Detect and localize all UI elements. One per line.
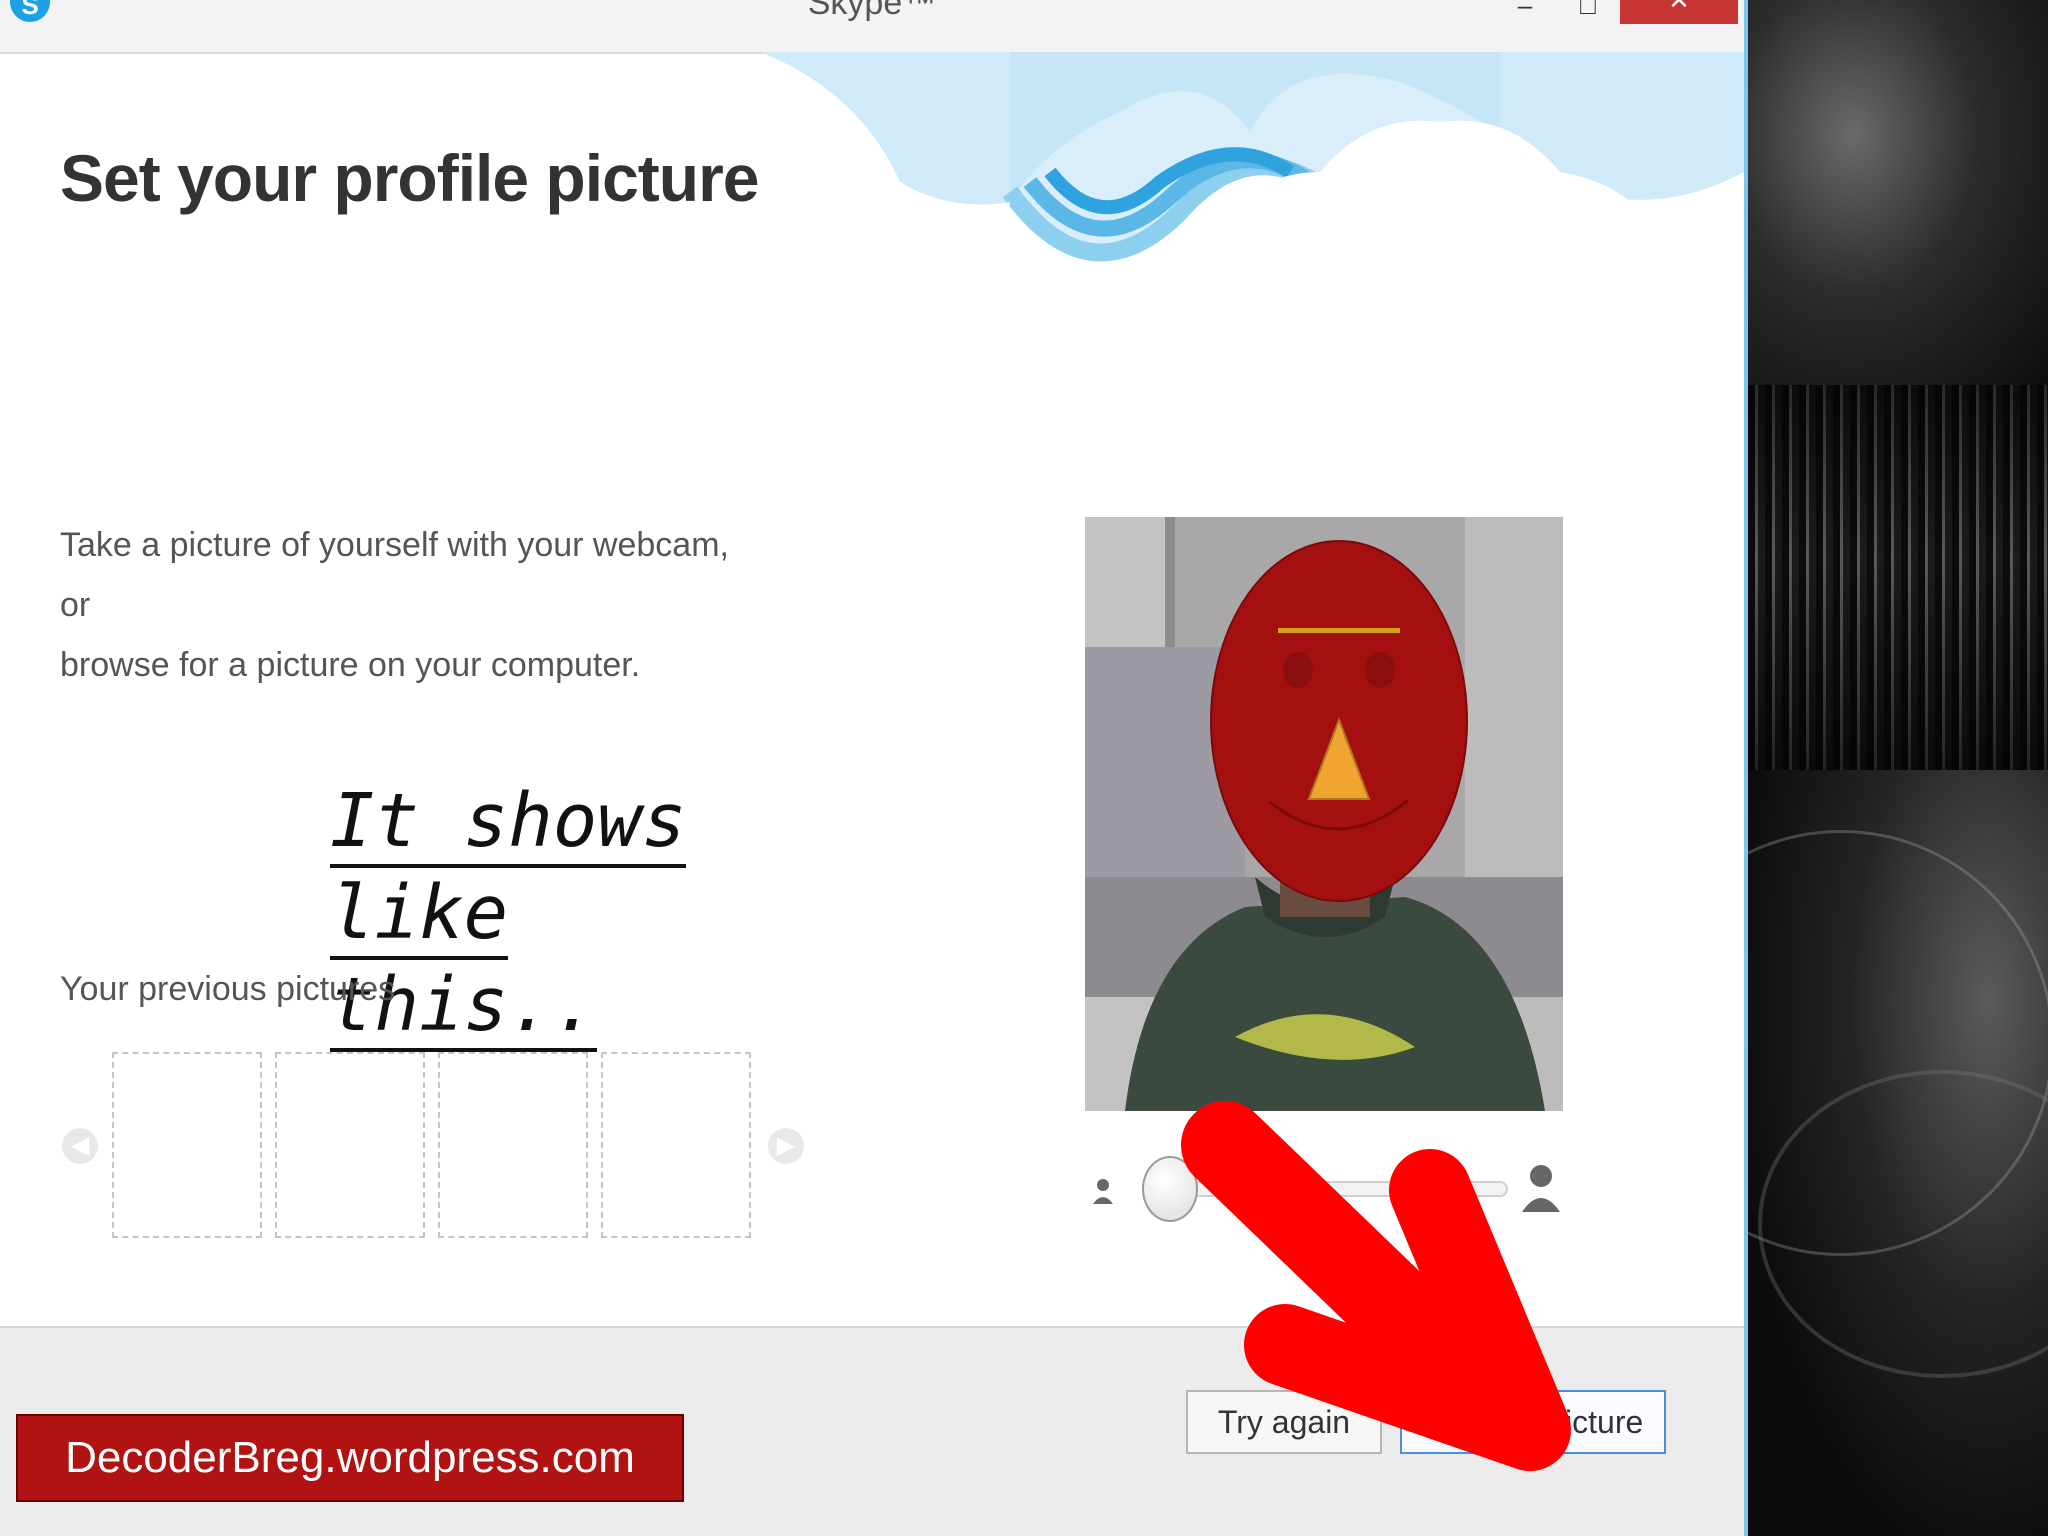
previous-picture-slot[interactable]: [601, 1052, 751, 1238]
instructions-text: Take a picture of yourself with your web…: [60, 515, 760, 695]
person-large-icon: [1522, 1165, 1560, 1212]
close-button[interactable]: ✕: [1620, 0, 1738, 24]
zoom-slider-track[interactable]: [1150, 1181, 1508, 1197]
handwritten-annotation: It shows like this..: [330, 775, 810, 1052]
previous-picture-slot[interactable]: [275, 1052, 425, 1238]
try-again-button[interactable]: Try again: [1186, 1390, 1382, 1454]
background-panel-top: [1748, 0, 2048, 385]
background-panel-middle: [1748, 385, 2048, 770]
minimize-button[interactable]: ‒: [1505, 0, 1545, 24]
previous-pictures-label: Your previous pictures: [60, 970, 396, 1008]
annotation-line-1: It shows like: [330, 778, 687, 960]
window-title: Skype™: [807, 0, 937, 22]
use-this-picture-button[interactable]: Use this picture: [1400, 1390, 1666, 1454]
webcam-photo-preview: [1085, 517, 1563, 1111]
previous-picture-slot[interactable]: [112, 1052, 262, 1238]
title-bar[interactable]: S Skype™ ‒ □ ✕: [0, 0, 1744, 54]
background-panel-bottom: [1748, 770, 2048, 1536]
site-watermark: DecoderBreg.wordpress.com: [16, 1414, 684, 1502]
person-small-icon: [1093, 1179, 1113, 1204]
previous-arrow-button[interactable]: ◀: [62, 1128, 98, 1164]
zoom-slider-handle[interactable]: [1142, 1156, 1198, 1222]
instructions-line-1: Take a picture of yourself with your web…: [60, 526, 729, 624]
skype-window: S Skype™ ‒ □ ✕ Set your profile picture …: [0, 0, 1748, 1536]
desktop-background: [1748, 0, 2048, 1536]
instructions-line-2: browse for a picture on your computer.: [60, 646, 641, 684]
page-title: Set your profile picture: [60, 141, 759, 215]
next-arrow-button[interactable]: ▶: [768, 1128, 804, 1164]
maximize-button[interactable]: □: [1568, 0, 1608, 24]
previous-picture-slot[interactable]: [438, 1052, 588, 1238]
